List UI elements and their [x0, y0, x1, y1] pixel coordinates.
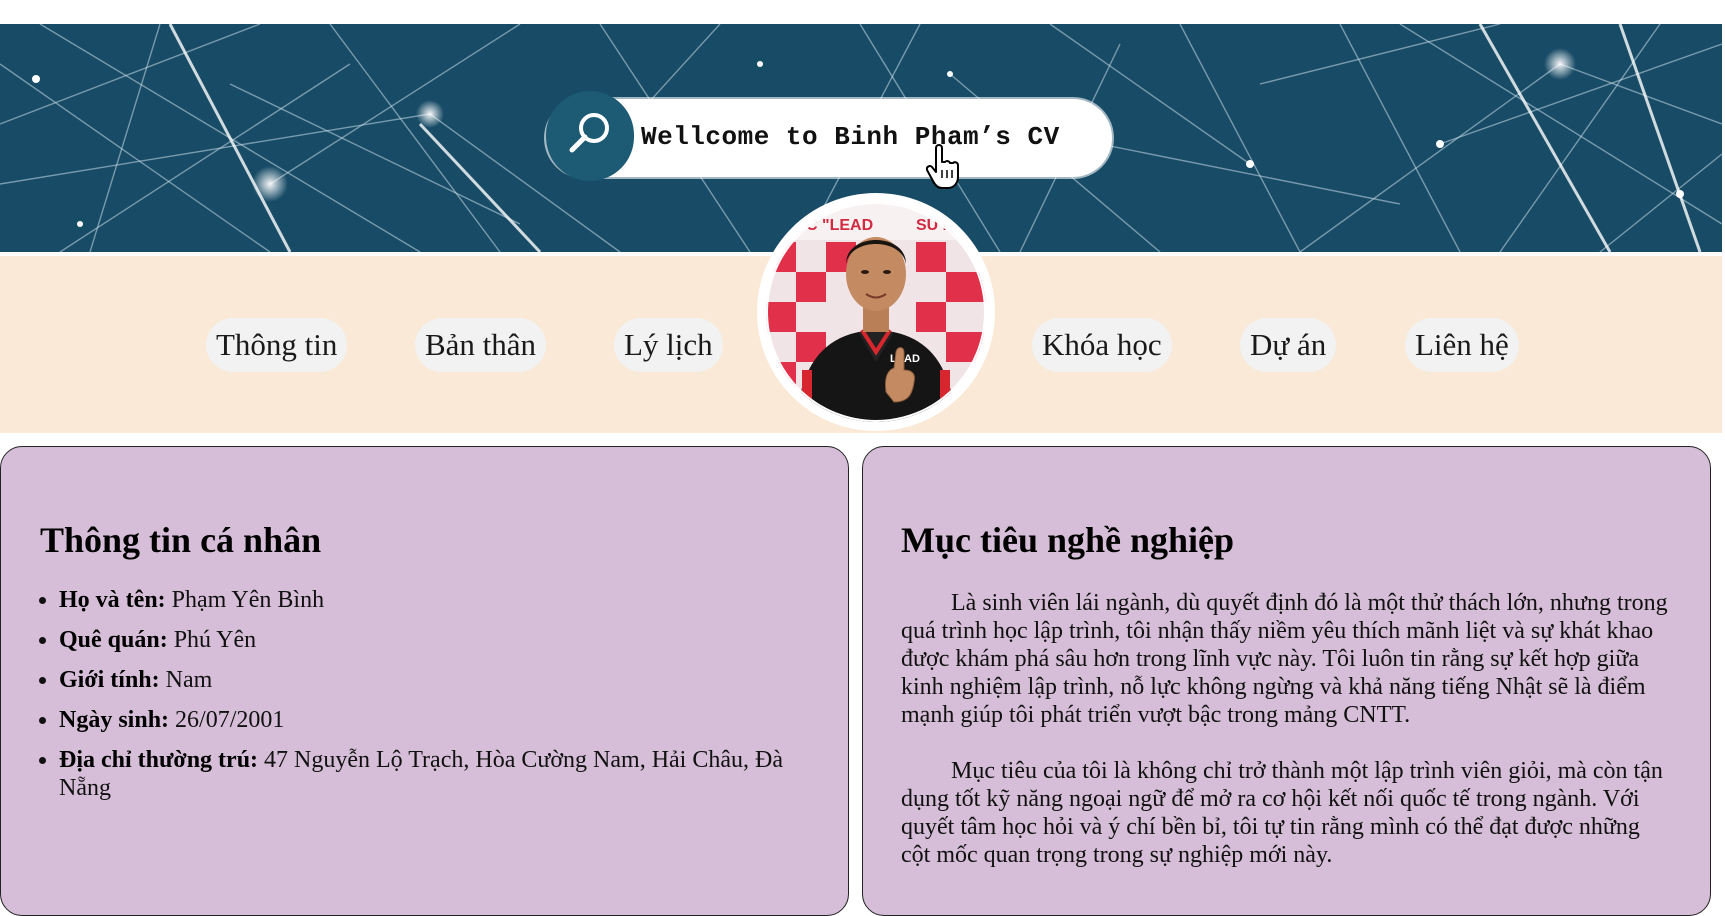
info-label-name: Họ và tên: [59, 587, 166, 613]
career-goal-paragraph-1: Là sinh viên lái ngành, dù quyết định đó… [901, 590, 1668, 728]
info-label-hometown: Quê quán: [59, 627, 168, 653]
career-goal-paragraph-2: Mục tiêu của tôi là không chỉ trở thành … [901, 758, 1663, 868]
list-item: Ngày sinh: 26/07/2001 [59, 706, 819, 734]
list-item: Quê quán: Phú Yên [59, 626, 819, 654]
personal-info-title: Thông tin cá nhân [40, 520, 322, 560]
nav-item-thong-tin[interactable]: Thông tin [206, 318, 348, 372]
nav-item-khoa-hoc[interactable]: Khóa học [1032, 318, 1172, 372]
info-label-birthday: Ngày sinh: [59, 707, 170, 733]
info-label-address: Địa chỉ thường trú: [59, 747, 259, 773]
info-value-birthday: 26/07/2001 [175, 707, 285, 733]
search-welcome-text[interactable]: Wellcome to Binh Pham’s CV [641, 122, 1060, 152]
career-goal-card: Mục tiêu nghề nghiệp Là sinh viên lái ng… [862, 446, 1711, 916]
info-value-hometown: Phú Yên [173, 627, 257, 653]
info-value-name: Phạm Yên Bình [171, 587, 325, 613]
info-value-gender: Nam [165, 667, 213, 693]
nav-item-du-an[interactable]: Dự án [1240, 318, 1337, 372]
profile-photo: C "LEAD SU N LEAD [766, 202, 986, 422]
list-item: Họ và tên: Phạm Yên Bình [59, 586, 819, 614]
svg-text:C "LEAD: C "LEAD [806, 217, 873, 234]
nav-item-ban-than[interactable]: Bản thân [415, 318, 547, 372]
info-label-gender: Giới tính: [59, 667, 160, 693]
search-icon[interactable] [546, 91, 634, 181]
nav-item-ly-lich[interactable]: Lý lịch [614, 318, 723, 372]
career-goal-title: Mục tiêu nghề nghiệp [901, 520, 1235, 560]
avatar: C "LEAD SU N LEAD [757, 193, 995, 431]
personal-info-card: Thông tin cá nhân Họ và tên: Phạm Yên Bì… [0, 446, 849, 916]
nav-item-lien-he[interactable]: Liên hệ [1405, 318, 1519, 372]
hand-cursor-icon [926, 144, 959, 189]
list-item: Giới tính: Nam [59, 666, 819, 694]
personal-info-list: Họ và tên: Phạm Yên Bình Quê quán: Phú Y… [39, 586, 819, 814]
list-item: Địa chỉ thường trú: 47 Nguyễn Lộ Trạch, … [59, 746, 819, 802]
